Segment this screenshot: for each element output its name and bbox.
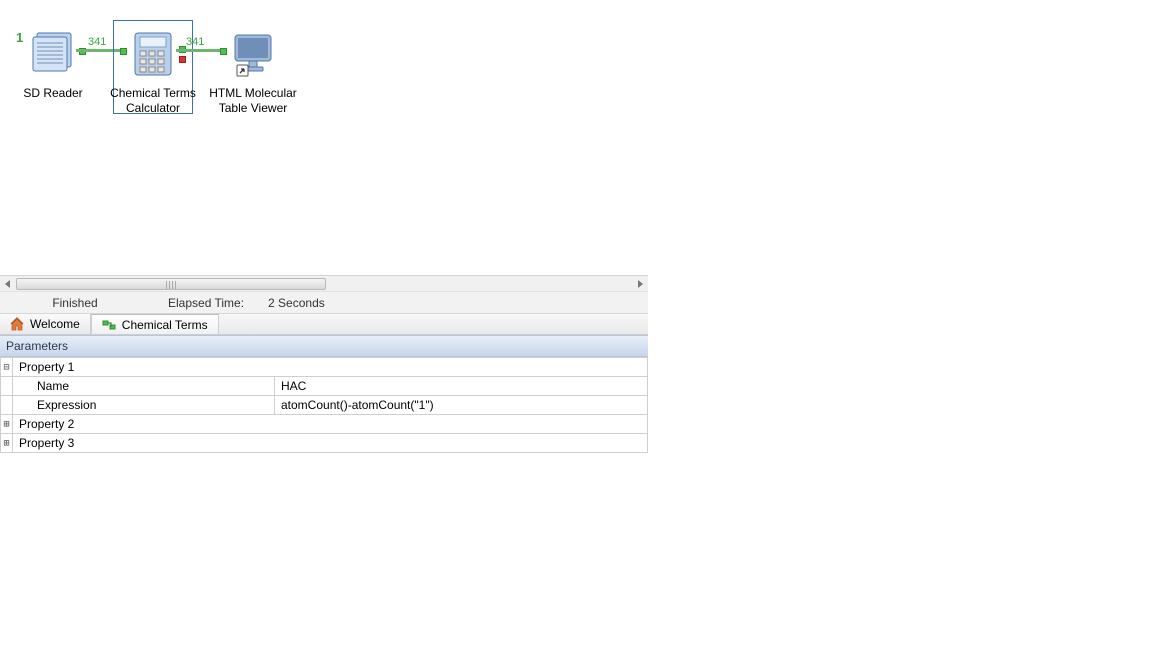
node-label: Chemical Terms Calculator: [108, 86, 198, 116]
property-3-title: Property 3: [13, 434, 648, 453]
tab-chemical-terms[interactable]: Chemical Terms: [91, 314, 219, 334]
input-port[interactable]: [220, 48, 227, 55]
tab-label: Chemical Terms: [122, 318, 208, 332]
scroll-left-arrow[interactable]: [0, 276, 16, 292]
tab-welcome[interactable]: Welcome: [0, 314, 91, 334]
property-2-title: Property 2: [13, 415, 648, 434]
node-chemical-terms-calculator[interactable]: Chemical Terms Calculator: [108, 26, 198, 116]
status-state: Finished: [0, 296, 150, 310]
panel-title: Parameters: [6, 339, 68, 353]
expression-value[interactable]: atomCount()-atomCount("1"): [275, 396, 648, 415]
scrollbar-track[interactable]: [16, 277, 632, 291]
property-1-row[interactable]: ⊟ Property 1: [1, 358, 648, 377]
wire-count-1: 341: [88, 36, 106, 48]
property-3-row[interactable]: ⊞ Property 3: [1, 434, 648, 453]
expand-icon[interactable]: ⊞: [1, 415, 13, 434]
collapse-icon[interactable]: ⊟: [1, 358, 13, 377]
spacer: [1, 377, 13, 396]
scrollbar-thumb[interactable]: [16, 278, 326, 290]
workflow-icon: [102, 318, 116, 332]
input-port[interactable]: [120, 48, 127, 55]
error-port[interactable]: [179, 56, 186, 63]
name-key: Name: [13, 377, 275, 396]
parameters-panel-header: Parameters: [0, 335, 648, 357]
property-1-expression-row[interactable]: Expression atomCount()-atomCount("1"): [1, 396, 648, 415]
parameters-table: ⊟ Property 1 Name HAC Expression atomCou…: [0, 357, 648, 453]
monitor-icon: [225, 26, 281, 82]
sd-reader-icon: [25, 26, 81, 82]
property-1-title: Property 1: [13, 358, 648, 377]
property-2-row[interactable]: ⊞ Property 2: [1, 415, 648, 434]
node-html-molecular-table-viewer[interactable]: HTML Molecular Table Viewer: [208, 26, 298, 116]
bottom-tabbar: Welcome Chemical Terms: [0, 313, 648, 335]
scroll-right-arrow[interactable]: [632, 276, 648, 292]
property-1-name-row[interactable]: Name HAC: [1, 377, 648, 396]
node-sd-reader[interactable]: SD Reader: [8, 26, 98, 101]
wire-count-2: 341: [186, 36, 204, 48]
spacer: [1, 396, 13, 415]
status-bar: Finished Elapsed Time: 2 Seconds: [0, 291, 648, 313]
tab-label: Welcome: [30, 317, 80, 331]
node-label: SD Reader: [23, 86, 82, 101]
node-label: HTML Molecular Table Viewer: [208, 86, 298, 116]
workflow-canvas[interactable]: 1 SD Reader 341: [0, 0, 648, 275]
elapsed-time-value: 2 Seconds: [262, 296, 343, 310]
name-value[interactable]: HAC: [275, 377, 648, 396]
expand-icon[interactable]: ⊞: [1, 434, 13, 453]
horizontal-scrollbar[interactable]: [0, 275, 648, 291]
calculator-icon: [125, 26, 181, 82]
elapsed-time-label: Elapsed Time:: [150, 296, 262, 310]
home-icon: [10, 317, 24, 331]
expression-key: Expression: [13, 396, 275, 415]
